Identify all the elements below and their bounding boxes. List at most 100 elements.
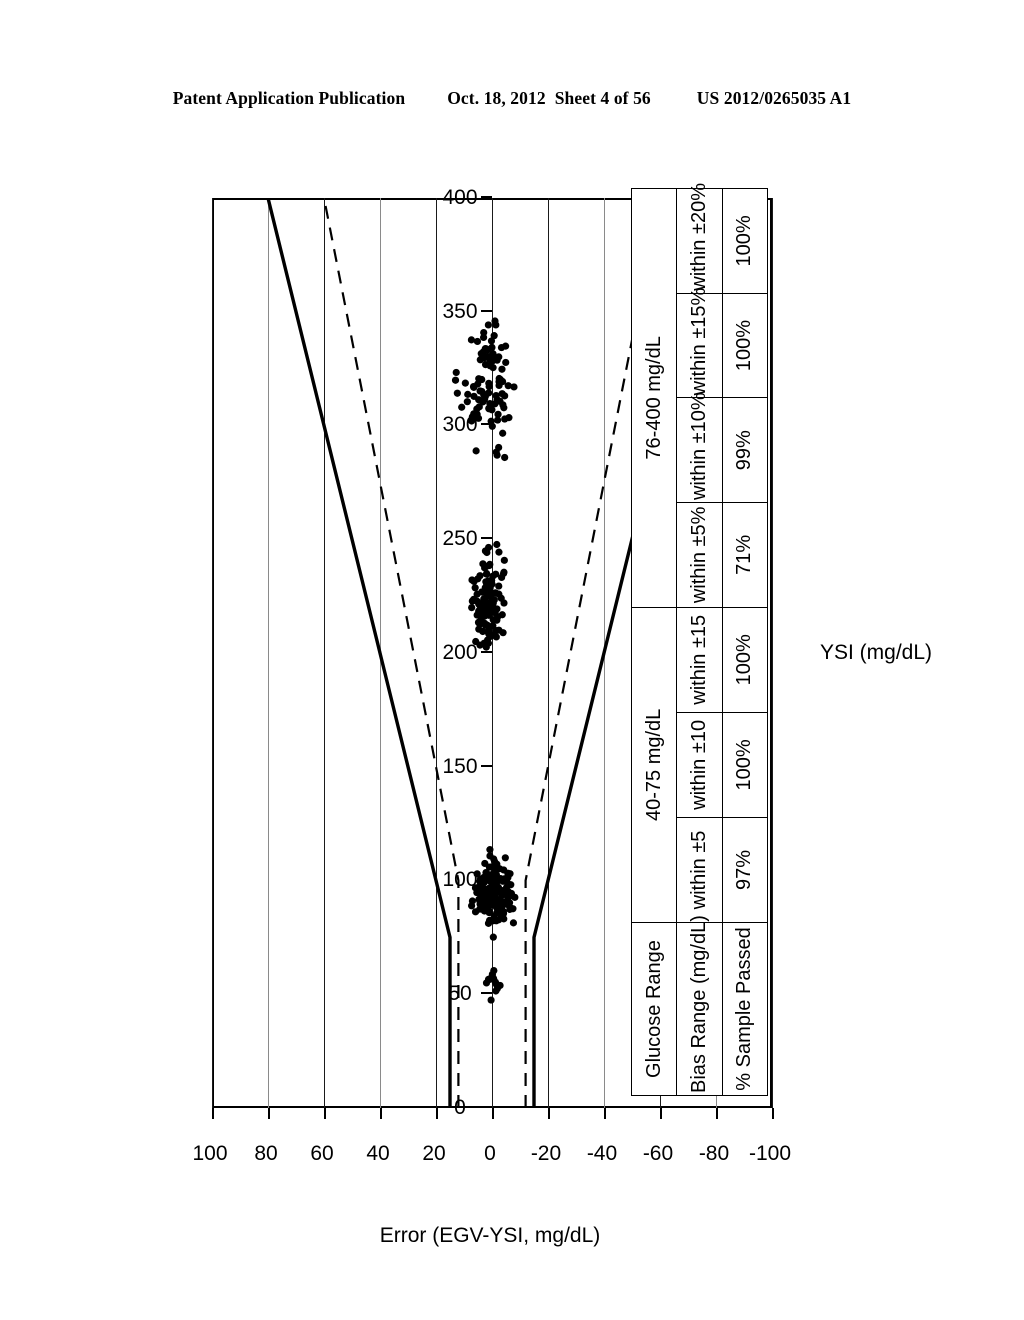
data-point: [502, 899, 510, 907]
results-table-wrapper: Glucose Range 40-75 mg/dL 76-400 mg/dL Bias…: [631, 183, 768, 1096]
data-point: [494, 613, 502, 621]
bias-range-cell-0: within ±5: [676, 817, 723, 923]
data-point: [501, 415, 509, 423]
sample-passed-cell-4: 99%: [722, 397, 768, 503]
data-point: [502, 358, 510, 367]
data-point: [495, 582, 503, 590]
data-point: [485, 382, 493, 391]
data-point: [453, 389, 461, 397]
x-tick-label-400: 400: [442, 186, 478, 209]
data-point: [468, 604, 476, 612]
data-point: [500, 556, 508, 564]
data-point: [500, 404, 508, 412]
data-point: [486, 852, 494, 860]
table-row-bias-range: Bias Range (mg/dL) within ±5 within ±10 wit…: [676, 183, 723, 1096]
data-point: [479, 348, 488, 356]
y-tick-label-60: 60: [310, 1142, 334, 1165]
x-axis-title: YSI (mg/dL): [819, 641, 933, 664]
data-point: [493, 540, 501, 549]
data-point: [492, 633, 500, 641]
data-point: [500, 887, 508, 895]
data-point: [473, 337, 482, 346]
data-point: [487, 337, 496, 345]
x-tick-label-350: 350: [442, 299, 478, 323]
data-point: [488, 576, 496, 585]
sample-passed-cell-1: 100%: [722, 712, 768, 818]
data-point: [482, 562, 490, 571]
group-header-0: 40-75 mg/dL: [631, 607, 677, 923]
sample-passed-cell-2: 100%: [722, 607, 768, 713]
y-tick-label--20: -20: [530, 1142, 562, 1165]
x-tick-label-250: 250: [442, 527, 478, 551]
data-point: [481, 392, 489, 401]
x-tick-label-0: 0: [454, 1096, 466, 1119]
data-point: [486, 846, 494, 854]
data-point: [490, 896, 498, 904]
data-point: [489, 933, 497, 941]
y-tick--100: [772, 1108, 774, 1119]
data-point: [500, 866, 508, 874]
y-tick--80: [716, 1108, 718, 1119]
data-point: [499, 429, 507, 437]
data-point: [464, 390, 472, 398]
figure-stage: 100 80 60 40 20 0 -20 -40 -60 -80 -100 0 50 100 150 200…: [0, 0, 1024, 1320]
data-point: [480, 595, 488, 603]
data-point: [458, 403, 466, 411]
data-point: [509, 905, 517, 913]
y-tick-label--40: -40: [586, 1142, 618, 1165]
data-point: [492, 626, 500, 635]
data-point: [470, 383, 478, 391]
data-point: [489, 350, 497, 358]
sample-passed-cell-3: 71%: [722, 502, 768, 608]
data-point: [477, 616, 485, 624]
data-point: [492, 987, 500, 995]
data-point: [492, 885, 500, 893]
y-tick--40: [604, 1108, 606, 1119]
data-point: [472, 447, 480, 455]
data-point: [451, 376, 460, 384]
data-point: [494, 906, 502, 914]
data-point: [478, 604, 486, 612]
bias-range-cell-3: within ±5%: [676, 502, 723, 608]
data-point: [485, 906, 493, 914]
x-tick-label-200: 200: [442, 641, 478, 664]
bias-range-cell-1: within ±10: [676, 712, 723, 818]
data-point: [475, 625, 483, 633]
y-axis-title: Error (EGV-YSI, mg/dL): [379, 1224, 601, 1247]
row-label-glucose-range: Glucose Range: [631, 922, 677, 1096]
y-tick-label-20: 20: [422, 1142, 446, 1165]
data-point: [489, 917, 497, 925]
bias-range-cell-6: within ±20%: [676, 183, 723, 294]
bound-0-upper: [266, 198, 452, 1108]
x-tick-label-50: 50: [448, 982, 472, 1006]
data-point: [498, 365, 506, 373]
y-tick-60: [324, 1108, 326, 1119]
data-point: [483, 621, 492, 629]
sample-passed-cell-0: 97%: [722, 817, 768, 923]
x-tick-label-100: 100: [442, 868, 478, 892]
x-tick-label-300: 300: [442, 413, 478, 437]
data-point: [461, 379, 469, 387]
data-point: [485, 404, 493, 412]
data-point: [498, 390, 506, 398]
data-point: [467, 336, 476, 344]
data-point: [491, 589, 500, 597]
data-point: [452, 368, 460, 377]
data-point: [501, 342, 510, 350]
bias-range-cell-5: within ±15%: [676, 288, 723, 398]
y-tick--20: [548, 1108, 550, 1119]
y-tick-label-100: 100: [192, 1142, 228, 1165]
table-row-group-head: Glucose Range 40-75 mg/dL 76-400 mg/dL: [631, 188, 677, 1096]
data-point: [491, 400, 499, 408]
y-tick-40: [380, 1108, 382, 1119]
data-point: [506, 870, 514, 878]
table-row-sample-passed: % Sample Passed 97% 100% 100% 71% 99% 100% 100%: [722, 188, 768, 1096]
row-label-bias-range: Bias Range (mg/dL): [676, 915, 723, 1096]
data-point: [509, 919, 518, 927]
data-point: [463, 398, 471, 406]
y-tick-label--80: -80: [698, 1142, 730, 1165]
sample-passed-cell-5: 100%: [722, 293, 768, 398]
bias-range-cell-2: within ±15: [676, 607, 723, 713]
data-point: [483, 569, 491, 578]
y-tick-label-80: 80: [254, 1142, 278, 1165]
